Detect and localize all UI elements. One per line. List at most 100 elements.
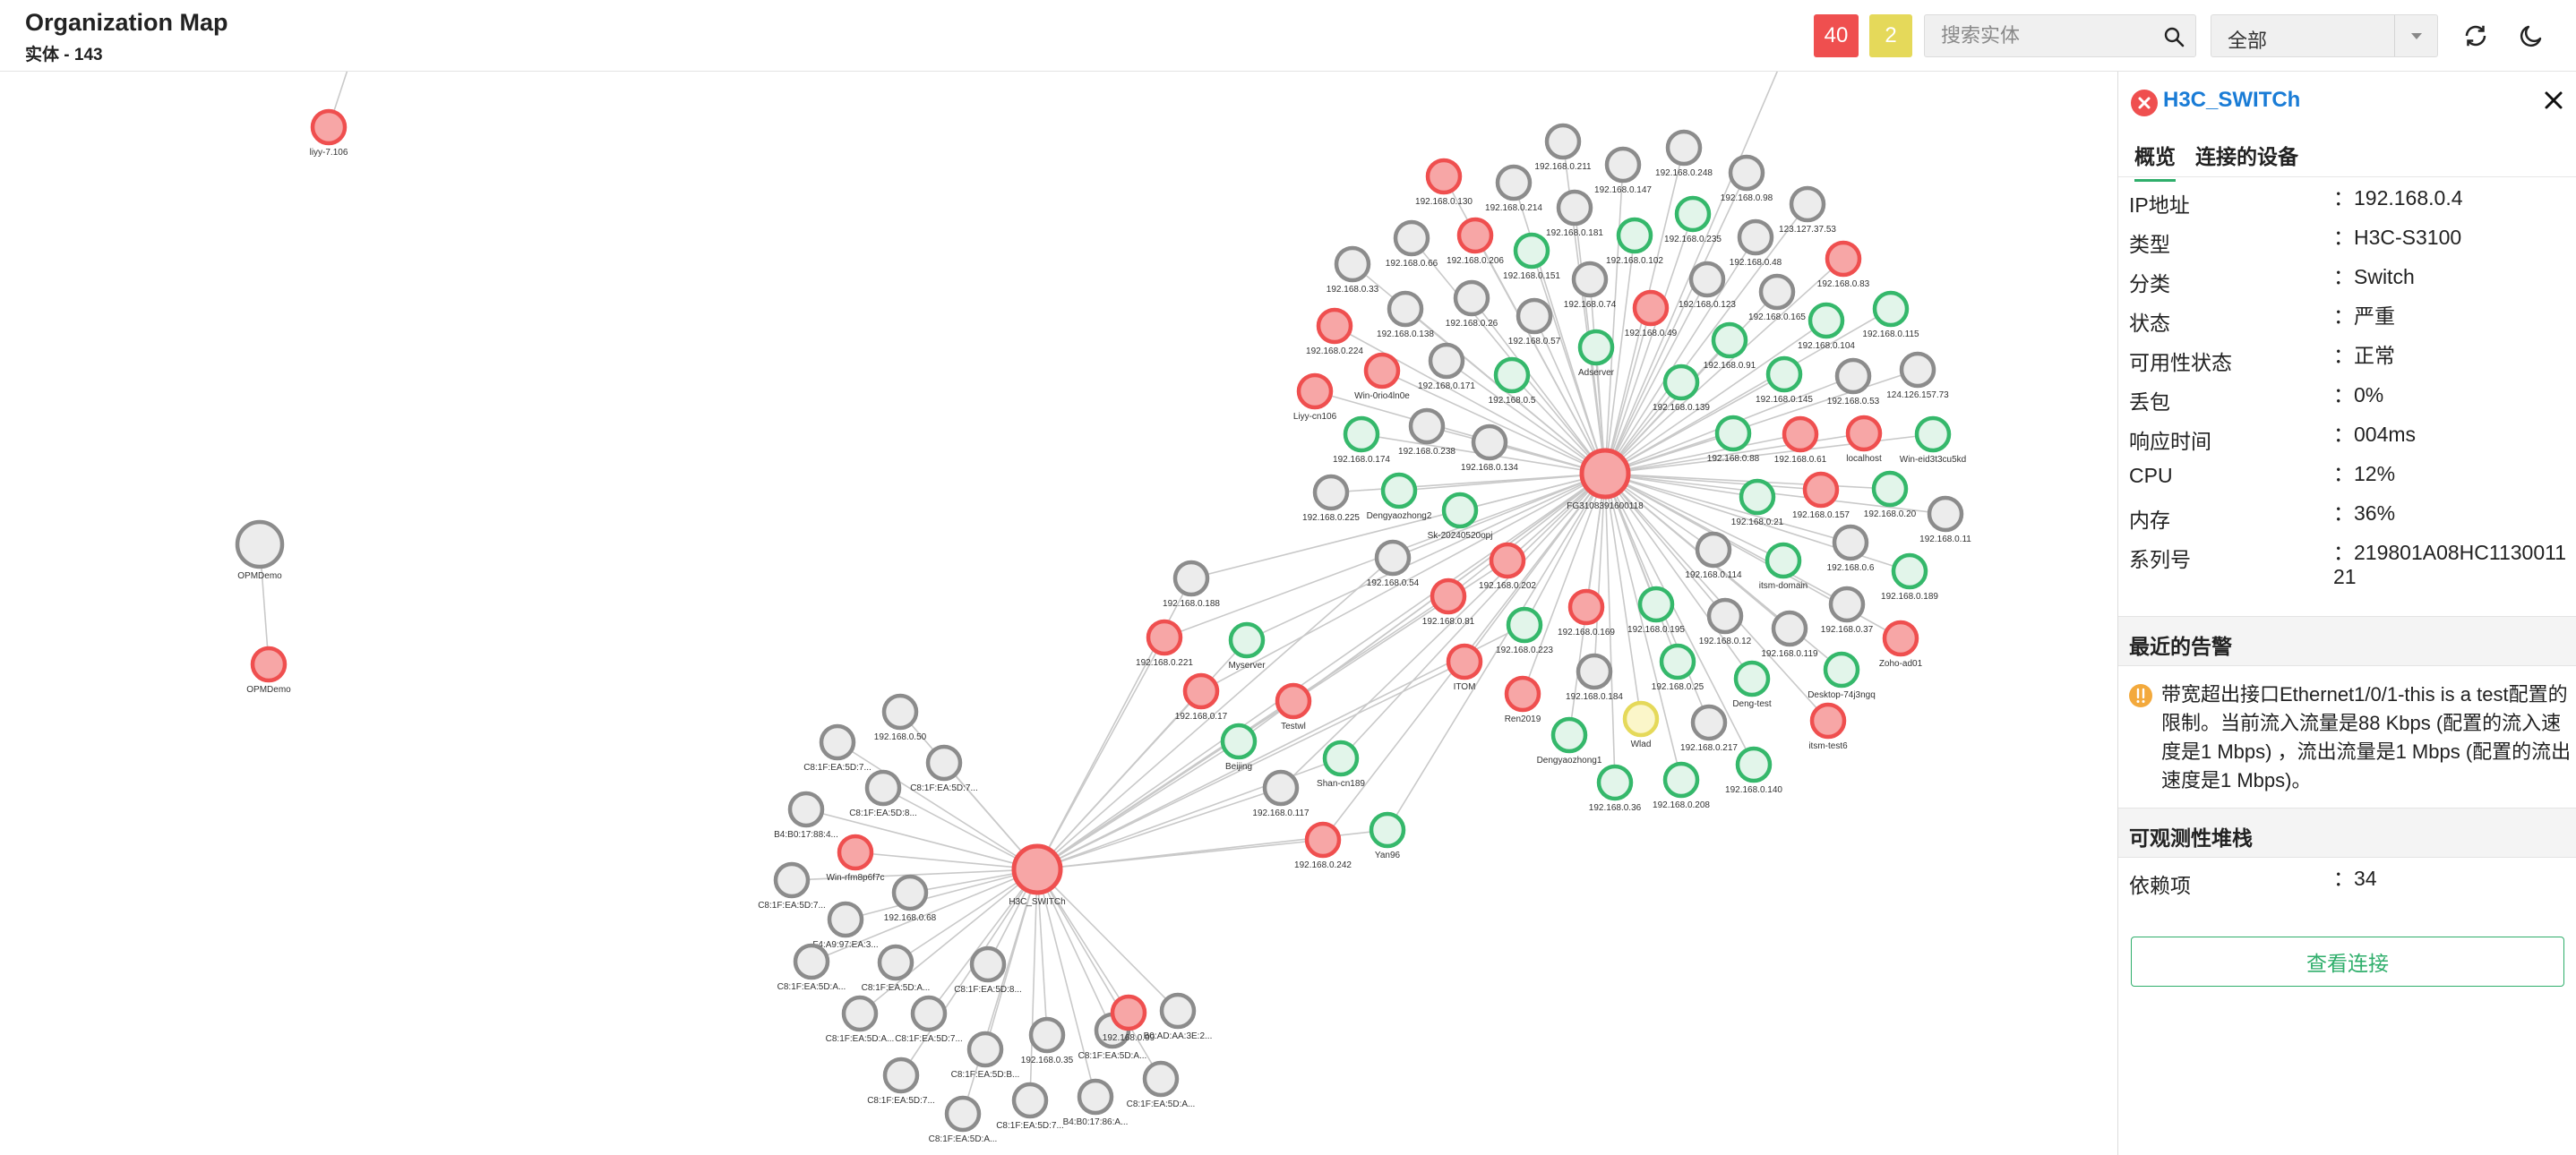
node-circle[interactable] — [1380, 472, 1418, 509]
graph-node[interactable]: 192.168.0.98 — [1721, 154, 1773, 203]
node-circle[interactable] — [1011, 1082, 1049, 1119]
graph-node[interactable]: B4:B0:17:86:A... — [1063, 1078, 1129, 1127]
node-circle[interactable] — [1011, 843, 1063, 895]
node-circle[interactable] — [773, 861, 811, 899]
graph-node[interactable]: C8:1F:EA:5D:7... — [867, 1057, 935, 1106]
graph-node[interactable]: 192.168.0.17 — [1175, 672, 1228, 722]
graph-node[interactable]: 192.168.0.115 — [1862, 290, 1919, 339]
node-circle[interactable] — [1425, 158, 1463, 195]
node-circle[interactable] — [1262, 769, 1300, 807]
graph-node[interactable]: 192.168.0.33 — [1327, 245, 1379, 295]
graph-node[interactable]: 192.168.0.68 — [884, 874, 937, 923]
node-circle[interactable] — [1695, 531, 1732, 569]
node-circle[interactable] — [235, 519, 285, 569]
graph-node[interactable]: 192.168.0.139 — [1653, 364, 1710, 413]
graph-node[interactable]: 192.168.0.174 — [1333, 415, 1390, 465]
node-circle[interactable] — [1828, 586, 1866, 623]
refresh-icon[interactable] — [2458, 18, 2494, 54]
graph-node[interactable]: 192.168.0.184 — [1566, 653, 1623, 702]
node-circle[interactable] — [1110, 994, 1147, 1031]
node-circle[interactable] — [1891, 552, 1928, 590]
node-circle[interactable] — [827, 901, 864, 938]
node-circle[interactable] — [1544, 123, 1582, 160]
graph-node[interactable]: C8:1F:EA:5D:7... — [910, 744, 978, 793]
node-circle[interactable] — [1453, 279, 1490, 317]
graph-node[interactable]: Wlad — [1622, 700, 1660, 749]
close-icon[interactable] — [2539, 86, 2568, 115]
node-circle[interactable] — [1489, 542, 1526, 579]
organization-map-canvas[interactable]: liyy-7.106 OPMDemo OPMDemo FG3108391600118 H… — [0, 72, 2117, 1155]
node-circle[interactable] — [1765, 355, 1803, 393]
graph-node[interactable]: 192.168.0.35 — [1021, 1016, 1074, 1065]
graph-node[interactable]: Beijing — [1220, 723, 1258, 772]
node-circle[interactable] — [966, 1031, 1004, 1068]
node-circle[interactable] — [837, 834, 874, 871]
graph-node[interactable]: 192.168.0.224 — [1306, 307, 1363, 356]
graph-node[interactable]: liyy-7.106 — [310, 108, 348, 158]
graph-node[interactable]: Dengyaozhong1 — [1537, 716, 1602, 766]
node-circle[interactable] — [1142, 1060, 1180, 1098]
graph-node[interactable]: Myserver — [1228, 621, 1266, 671]
graph-node[interactable]: Win-0rio4ln0e — [1354, 352, 1410, 401]
node-circle[interactable] — [1706, 597, 1744, 635]
graph-node[interactable]: itsm-domain — [1759, 542, 1807, 591]
node-circle[interactable] — [1275, 682, 1312, 720]
node-circle[interactable] — [1374, 539, 1412, 577]
graph-node[interactable]: 192.168.0.147 — [1594, 146, 1652, 195]
graph-node[interactable]: 192.168.0.12 — [1699, 597, 1752, 646]
graph-node[interactable]: C8:1F:EA:5D:A... — [929, 1095, 998, 1144]
graph-node[interactable]: 192.168.0.102 — [1606, 217, 1663, 266]
node-circle[interactable] — [793, 943, 830, 980]
graph-node[interactable]: 192.168.0.36 — [1589, 764, 1642, 813]
graph-node[interactable]: C8:1F:EA:5D:7... — [758, 861, 826, 911]
node-circle[interactable] — [1387, 290, 1424, 328]
node-circle[interactable] — [910, 995, 948, 1032]
graph-node[interactable]: Sk-20240520opj — [1428, 492, 1493, 541]
node-circle[interactable] — [1809, 702, 1847, 740]
graph-node[interactable]: B0:AD:AA:3E:2... — [1144, 992, 1213, 1041]
node-circle[interactable] — [1296, 372, 1334, 410]
node-circle[interactable] — [310, 108, 348, 146]
graph-node[interactable]: Shan-cn189 — [1317, 740, 1365, 789]
network-graph[interactable]: liyy-7.106 OPMDemo OPMDemo FG3108391600118 H… — [0, 72, 2117, 1155]
node-circle[interactable] — [1495, 164, 1533, 201]
graph-node[interactable]: 192.168.0.61 — [1774, 415, 1827, 465]
node-circle[interactable] — [1159, 992, 1197, 1030]
node-circle[interactable] — [1662, 761, 1700, 799]
graph-node[interactable]: 192.168.0.134 — [1461, 424, 1518, 473]
graph-node[interactable]: 192.168.0.165 — [1748, 273, 1806, 322]
node-circle[interactable] — [864, 769, 902, 807]
graph-node[interactable]: H3C_SWITCh — [1009, 843, 1066, 907]
graph-node[interactable]: 192.168.0.248 — [1655, 129, 1713, 178]
node-circle[interactable] — [1363, 352, 1401, 389]
node-circle[interactable] — [1604, 146, 1642, 184]
node-circle[interactable] — [881, 693, 919, 731]
node-circle[interactable] — [841, 995, 879, 1032]
node-circle[interactable] — [1688, 261, 1726, 298]
graph-node[interactable]: Dengyaozhong2 — [1367, 472, 1432, 521]
node-circle[interactable] — [1228, 621, 1266, 659]
tab-connected-devices[interactable]: 连接的设备 — [2195, 140, 2298, 179]
graph-node[interactable]: 192.168.0.211 — [1534, 123, 1592, 172]
node-circle[interactable] — [1567, 588, 1605, 626]
graph-node[interactable]: 192.168.0.49 — [1625, 289, 1678, 338]
node-circle[interactable] — [1408, 407, 1446, 445]
graph-node[interactable]: Yan96 — [1369, 811, 1406, 860]
graph-node[interactable]: 192.168.0.104 — [1798, 302, 1855, 351]
node-circle[interactable] — [1556, 189, 1593, 227]
node-circle[interactable] — [1714, 415, 1752, 452]
graph-node[interactable]: 192.168.0.5 — [1489, 356, 1536, 406]
node-circle[interactable] — [1334, 245, 1371, 283]
graph-node[interactable]: Adserver — [1577, 329, 1615, 378]
filter-select[interactable]: 全部 — [2211, 14, 2438, 57]
node-circle[interactable] — [944, 1095, 982, 1133]
node-circle[interactable] — [1304, 821, 1342, 859]
node-circle[interactable] — [1616, 217, 1653, 254]
node-circle[interactable] — [1393, 219, 1430, 257]
graph-node[interactable]: Desktop-74j3ngq — [1807, 651, 1876, 700]
node-circle[interactable] — [1711, 321, 1748, 359]
node-circle[interactable] — [1735, 746, 1773, 783]
tab-overview[interactable]: 概览 — [2134, 140, 2176, 182]
search-icon[interactable] — [2163, 26, 2185, 47]
graph-node[interactable]: 192.168.0.20 — [1864, 470, 1917, 519]
